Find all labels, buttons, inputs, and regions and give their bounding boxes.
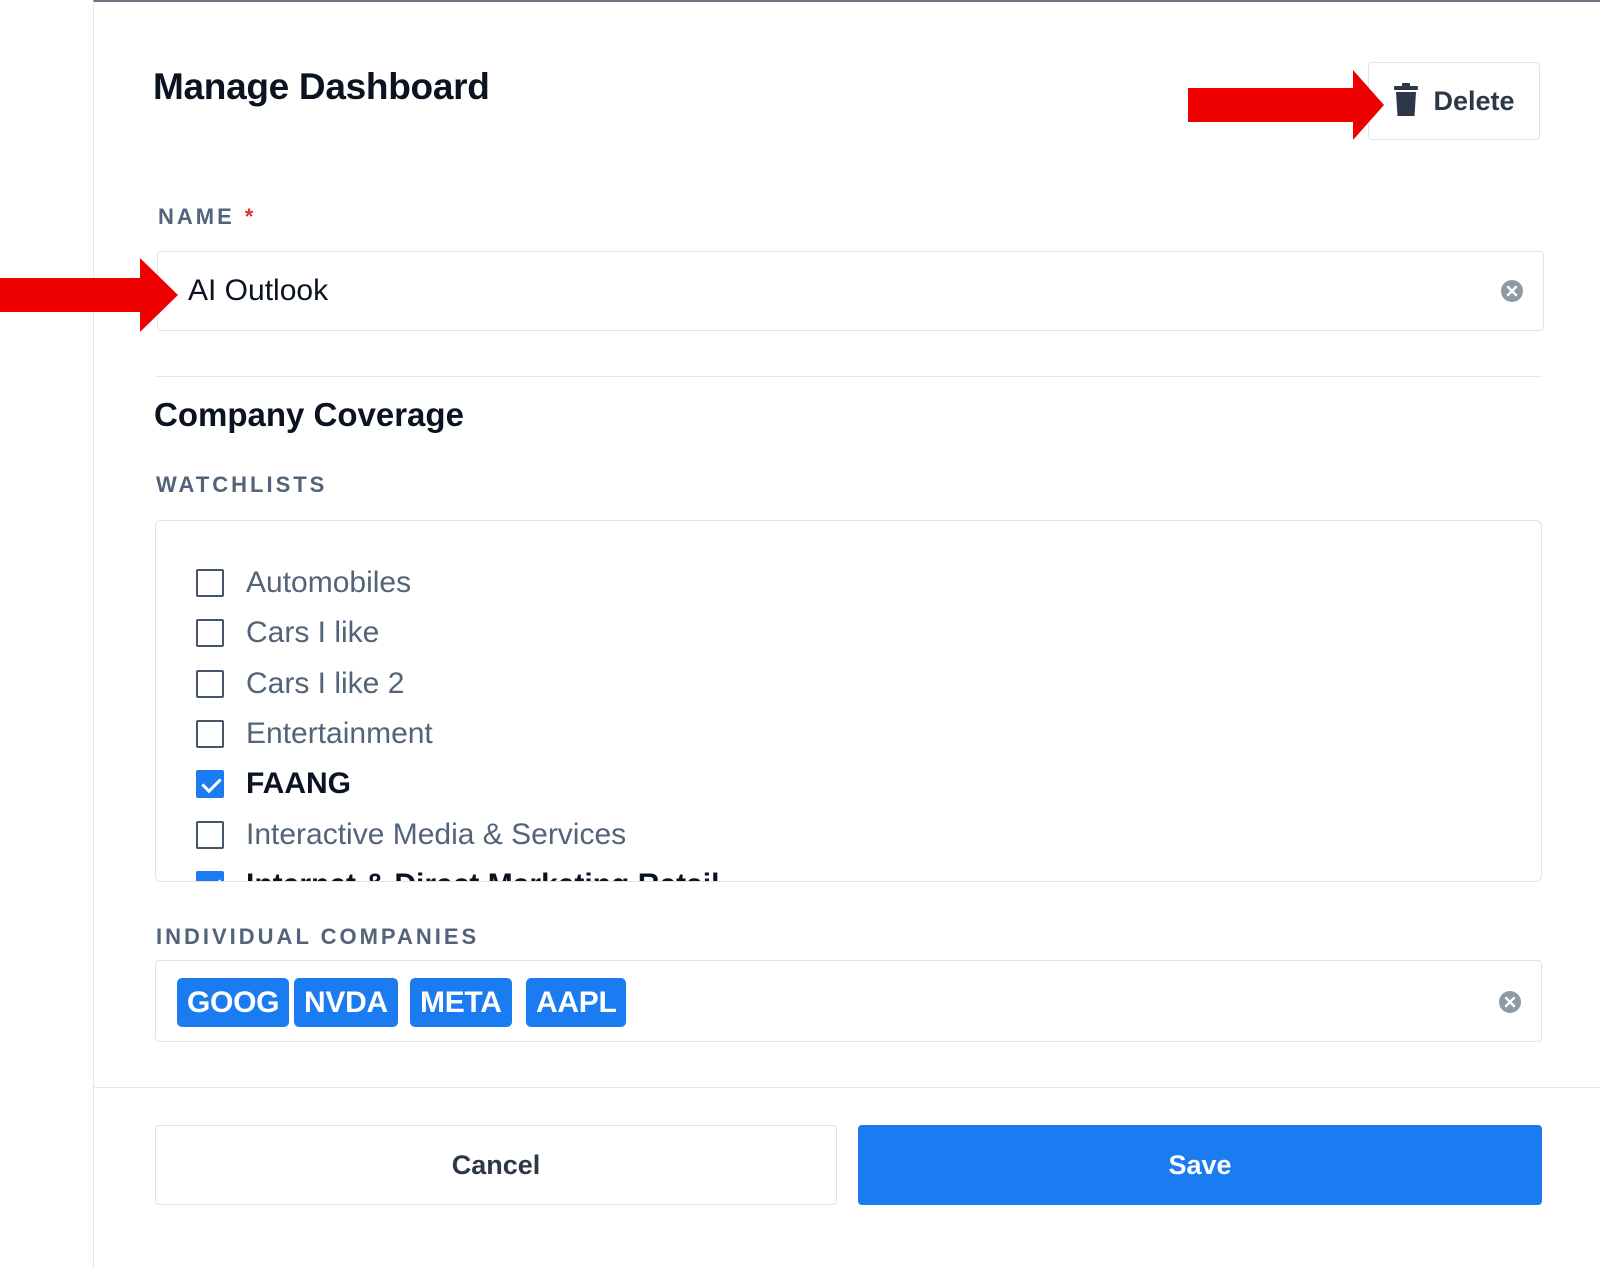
- checkbox-icon[interactable]: [196, 619, 224, 647]
- watchlists-list[interactable]: Automobiles Cars I like Cars I like 2 En…: [155, 520, 1542, 882]
- required-mark: *: [244, 204, 257, 229]
- clear-icon[interactable]: [1501, 280, 1523, 302]
- watchlist-label: Internet & Direct Marketing Retail: [246, 868, 719, 881]
- checkbox-icon[interactable]: [196, 569, 224, 597]
- section-divider: [155, 376, 1542, 377]
- save-button[interactable]: Save: [858, 1125, 1542, 1205]
- company-tag[interactable]: META: [410, 978, 512, 1027]
- company-tag[interactable]: AAPL: [526, 978, 627, 1027]
- name-field-label: NAME *: [158, 204, 256, 230]
- delete-button[interactable]: Delete: [1368, 62, 1540, 140]
- arrow-annotation-delete: [1188, 70, 1384, 140]
- individual-companies-label: INDIVIDUAL COMPANIES: [156, 924, 480, 949]
- company-tag[interactable]: GOOG: [177, 978, 290, 1027]
- watchlist-item[interactable]: Internet & Direct Marketing Retail: [196, 865, 719, 881]
- watchlists-label: WATCHLISTS: [156, 472, 328, 497]
- watchlist-item[interactable]: Cars I like: [196, 613, 379, 653]
- footer-divider: [94, 1087, 1600, 1088]
- checkbox-icon[interactable]: [196, 670, 224, 698]
- watchlist-label: Cars I like 2: [246, 667, 405, 700]
- cancel-button[interactable]: Cancel: [155, 1125, 837, 1205]
- name-input[interactable]: [188, 252, 1468, 330]
- watchlist-label: Cars I like: [246, 616, 380, 649]
- watchlist-item[interactable]: Entertainment: [196, 714, 433, 754]
- trash-icon: [1393, 82, 1419, 120]
- modal-title: Manage Dashboard: [153, 66, 490, 107]
- watchlist-item[interactable]: Automobiles: [196, 563, 411, 603]
- watchlist-label: Entertainment: [246, 717, 433, 750]
- company-coverage-heading: Company Coverage: [154, 396, 464, 433]
- watchlist-item[interactable]: Cars I like 2: [196, 664, 404, 704]
- checkbox-icon[interactable]: [196, 720, 224, 748]
- name-label-text: NAME: [158, 204, 235, 229]
- watchlist-label: Interactive Media & Services: [246, 818, 627, 851]
- watchlist-label: FAANG: [246, 767, 351, 800]
- watchlist-item[interactable]: FAANG: [196, 764, 351, 804]
- companies-field[interactable]: GOOG NVDA META AAPL: [155, 960, 1542, 1042]
- delete-button-label: Delete: [1433, 85, 1515, 116]
- watchlist-label: Automobiles: [246, 566, 412, 599]
- watchlist-item[interactable]: Interactive Media & Services: [196, 815, 626, 855]
- arrow-annotation-name: [0, 258, 178, 332]
- checkbox-icon[interactable]: [196, 871, 224, 881]
- checkbox-icon[interactable]: [196, 821, 224, 849]
- clear-icon[interactable]: [1499, 991, 1521, 1013]
- checkbox-icon[interactable]: [196, 770, 224, 798]
- name-field[interactable]: [157, 251, 1544, 331]
- company-tag[interactable]: NVDA: [294, 978, 398, 1027]
